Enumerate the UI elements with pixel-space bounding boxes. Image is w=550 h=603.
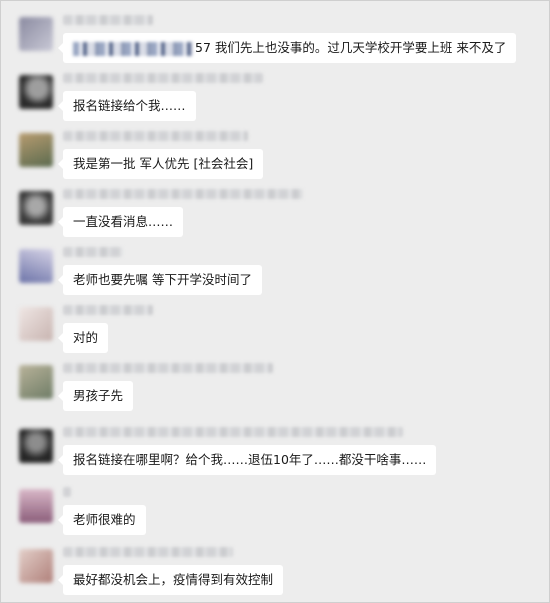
bubble-tail xyxy=(58,101,63,111)
sender-name xyxy=(63,189,303,199)
message-bubble[interactable]: 我是第一批 军人优先 [社会社会] xyxy=(58,149,264,179)
avatar[interactable] xyxy=(19,249,53,283)
sender-name xyxy=(63,305,153,315)
chat-window: 57 我们先上也没事的。过几天学校开学要上班 来不及了 报名链接给个我…… 我是… xyxy=(0,0,550,603)
message-bubble[interactable]: 男孩子先 xyxy=(58,381,134,411)
avatar[interactable] xyxy=(19,307,53,341)
bubble-tail xyxy=(58,515,63,525)
message-text: 老师很难的 xyxy=(73,512,136,527)
bubble-tail xyxy=(58,159,63,169)
sender-name xyxy=(63,427,403,437)
sender-name xyxy=(63,363,273,373)
message-bubble[interactable]: 老师很难的 xyxy=(58,505,146,535)
message-text: 最好都没机会上，疫情得到有效控制 xyxy=(73,572,274,587)
message-bubble[interactable]: 一直没看消息…… xyxy=(58,207,184,237)
avatar[interactable] xyxy=(19,191,53,225)
message-text: 一直没看消息…… xyxy=(73,214,174,229)
message-bubble[interactable]: 57 我们先上也没事的。过几天学校开学要上班 来不及了 xyxy=(58,33,517,63)
sender-name xyxy=(63,247,123,257)
avatar[interactable] xyxy=(19,429,53,463)
sender-name xyxy=(63,487,71,497)
bubble-tail xyxy=(58,575,63,585)
message-text: 对的 xyxy=(73,330,99,345)
sender-name xyxy=(63,131,248,141)
message-text: 报名链接在哪里啊？给个我……退伍10年了……都没干啥事…… xyxy=(73,452,427,467)
avatar[interactable] xyxy=(19,75,53,109)
bubble-tail xyxy=(58,43,63,53)
avatar[interactable] xyxy=(19,133,53,167)
message-bubble[interactable]: 对的 xyxy=(58,323,109,353)
avatar[interactable] xyxy=(19,489,53,523)
message-bubble[interactable]: 报名链接在哪里啊？给个我……退伍10年了……都没干啥事…… xyxy=(58,445,437,475)
bubble-tail xyxy=(58,455,63,465)
sender-name xyxy=(63,15,153,25)
sender-name xyxy=(63,73,263,83)
avatar[interactable] xyxy=(19,549,53,583)
message-text: 男孩子先 xyxy=(73,388,124,403)
avatar[interactable] xyxy=(19,17,53,51)
sender-name xyxy=(63,547,233,557)
message-bubble[interactable]: 报名链接给个我…… xyxy=(58,91,196,121)
message-bubble[interactable]: 老师也要先嘱 等下开学没时间了 xyxy=(58,265,262,295)
avatar[interactable] xyxy=(19,365,53,399)
bubble-tail xyxy=(58,275,63,285)
bubble-tail xyxy=(58,333,63,343)
message-text: 57 我们先上也没事的。过几天学校开学要上班 来不及了 xyxy=(195,40,507,55)
bubble-tail xyxy=(58,217,63,227)
bubble-tail xyxy=(58,391,63,401)
message-text: 报名链接给个我…… xyxy=(73,98,186,113)
message-bubble[interactable]: 最好都没机会上，疫情得到有效控制 xyxy=(58,565,284,595)
blurred-mention xyxy=(73,41,193,56)
message-text: 我是第一批 军人优先 [社会社会] xyxy=(73,156,254,171)
message-text: 老师也要先嘱 等下开学没时间了 xyxy=(73,272,252,287)
